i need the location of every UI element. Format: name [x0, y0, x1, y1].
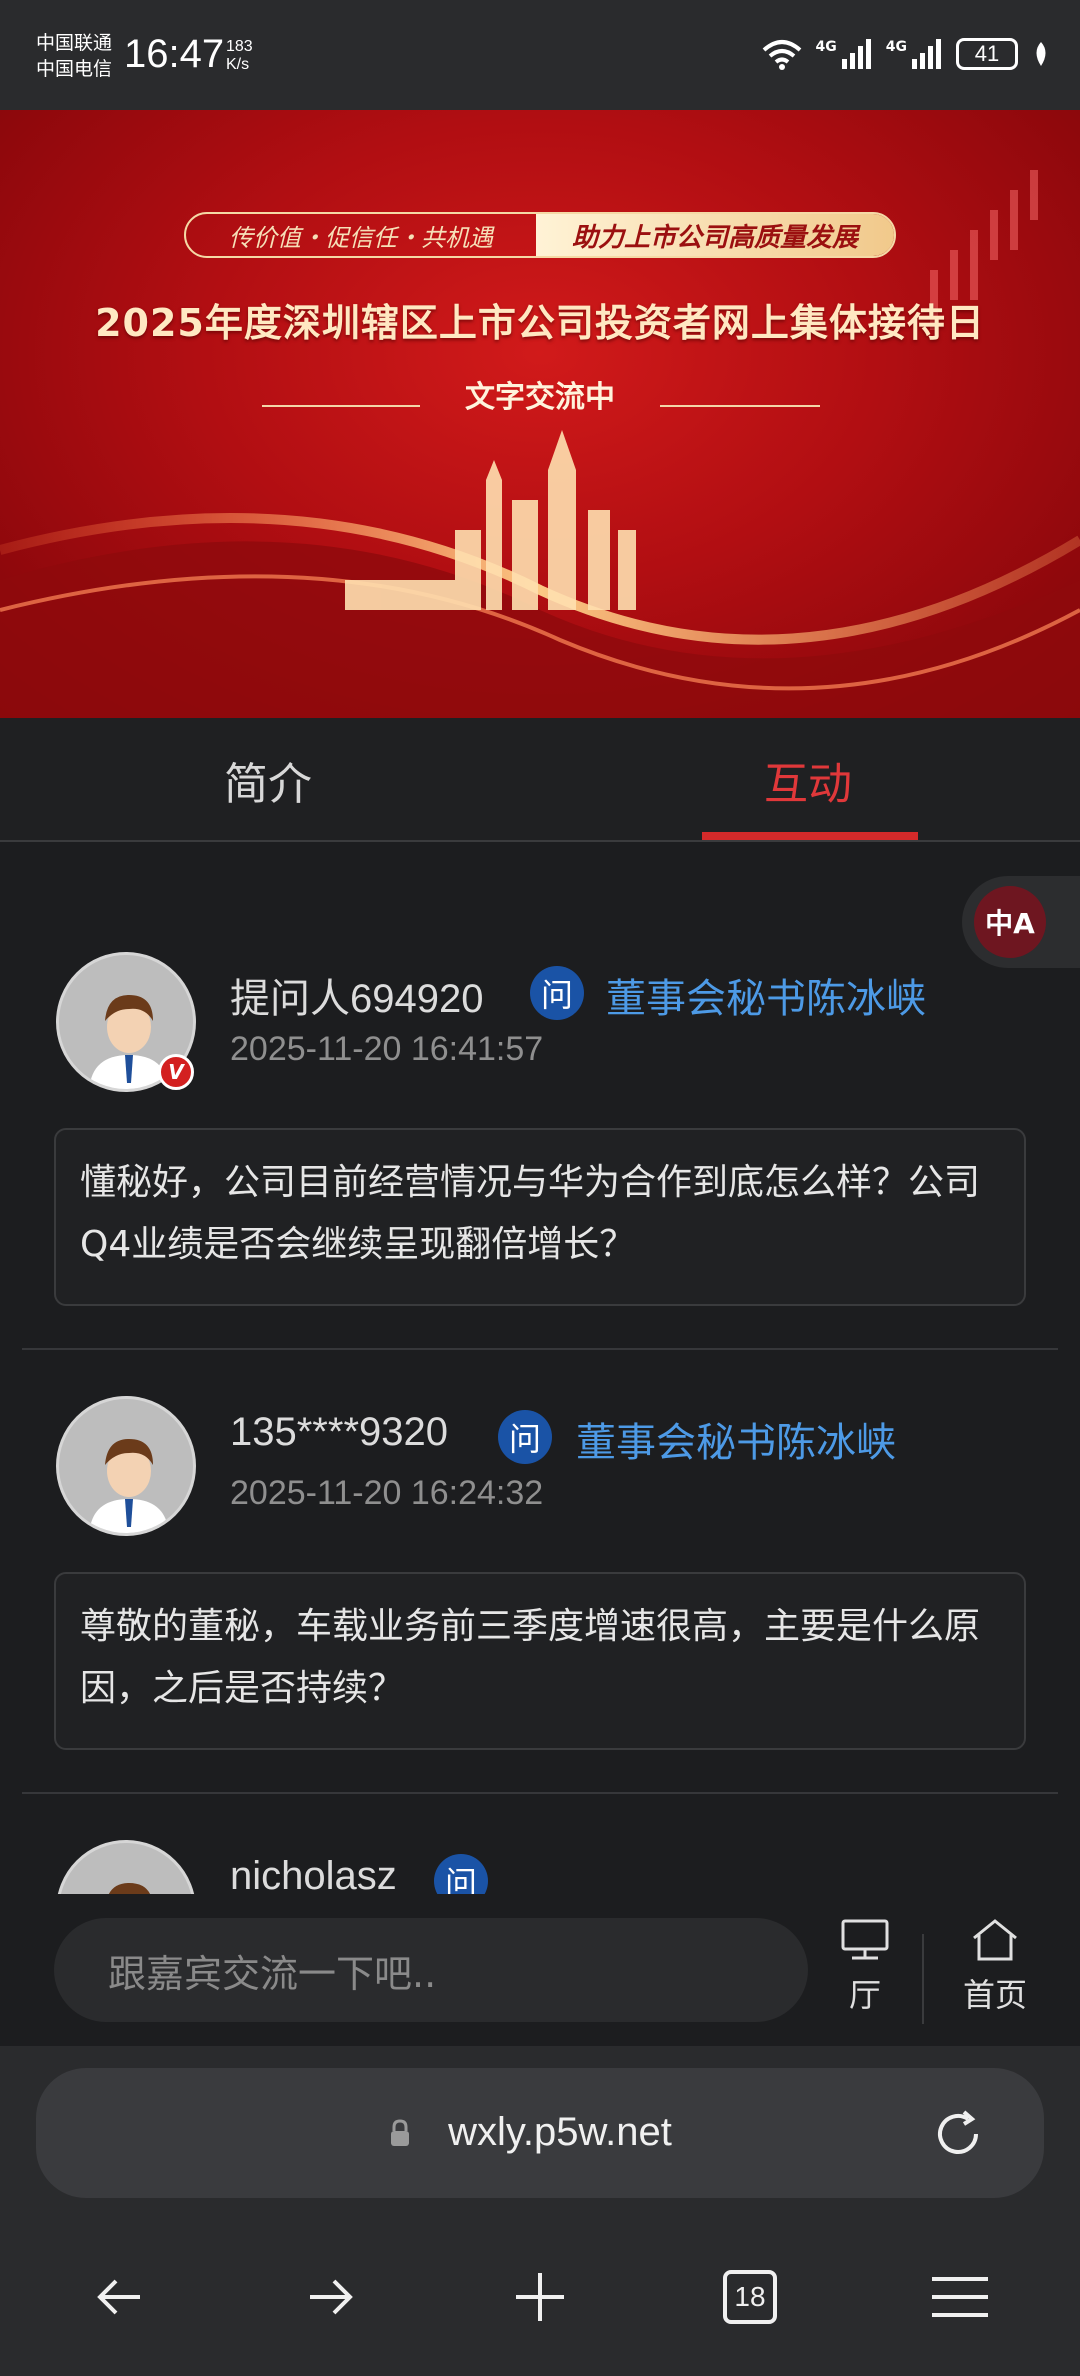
person-icon	[108, 1883, 150, 1894]
arrow-left-icon	[97, 2279, 140, 2315]
tab-count: 18	[723, 2270, 777, 2324]
signal-1: 4G	[816, 39, 872, 69]
active-tab-indicator	[702, 832, 918, 840]
home-button[interactable]: 首页	[950, 1918, 1040, 2016]
answerer-link[interactable]: 董事会秘书陈冰峡	[576, 1410, 896, 1468]
menu-icon	[932, 2277, 988, 2317]
address-bar[interactable]: wxly.p5w.net	[36, 2068, 1044, 2198]
tab-intro[interactable]: 简介	[224, 748, 312, 812]
browser-toolbar: wxly.p5w.net 18	[0, 2046, 1080, 2376]
tab-bar: 简介 互动	[0, 718, 1080, 842]
signal-bars-icon	[841, 39, 871, 69]
divider-line-right	[660, 405, 820, 407]
carrier-2: 中国电信	[36, 58, 113, 80]
comment-bar: 跟嘉宾交流一下吧.. 厅 首页	[0, 1894, 1080, 2046]
question-icon: 问	[530, 966, 584, 1020]
signal-bars-icon	[912, 39, 941, 69]
banner-title: 2025年度深圳辖区上市公司投资者网上集体接待日	[95, 301, 985, 345]
wifi-icon	[762, 40, 801, 70]
new-tab-button[interactable]	[480, 2242, 600, 2352]
question-content: 懂秘好，公司目前经营情况与华为合作到底怎么样？公司Q4业绩是否会继续呈现翻倍增长…	[54, 1128, 1026, 1306]
separator	[922, 1934, 924, 2024]
status-icons: 4G 4G 41	[762, 38, 1050, 70]
comment-input[interactable]: 跟嘉宾交流一下吧..	[54, 1918, 808, 2022]
avatar	[56, 1840, 196, 1894]
translate-button[interactable]: 中A	[962, 876, 1080, 968]
home-label: 首页	[962, 1976, 1027, 2014]
menu-button[interactable]	[900, 2242, 1020, 2352]
url-text: wxly.p5w.net	[448, 2110, 672, 2154]
banner-slogan: 传价值・促信任・共机遇 助力上市公司高质量发展	[184, 212, 896, 258]
person-icon	[89, 1439, 169, 1533]
net-speed: 183 K/s	[226, 38, 253, 74]
question-icon: 问	[498, 1410, 552, 1464]
tab-interaction[interactable]: 互动	[764, 748, 852, 812]
divider	[22, 1348, 1058, 1350]
back-button[interactable]	[60, 2242, 180, 2352]
tabs-button[interactable]: 18	[690, 2242, 810, 2352]
status-bar: 中国联通 中国电信 16:47 183 K/s 4G 4G 41	[0, 0, 1080, 110]
reload-icon[interactable]	[930, 2106, 986, 2162]
question-time: 2025-11-20 16:24:32	[230, 1474, 544, 1512]
monitor-icon	[841, 1919, 889, 1960]
hall-label: 厅	[848, 1976, 881, 2014]
verified-badge: V	[158, 1054, 194, 1090]
network-type-2: 4G	[885, 39, 907, 55]
banner-subtitle: 文字交流中	[465, 380, 615, 415]
question-list: 中A V 提问人694920 问 董事会秘书陈冰峡 2025-11-20 16:…	[0, 844, 1080, 1894]
forward-button[interactable]	[270, 2242, 390, 2352]
signal-2: 4G	[886, 39, 942, 69]
home-icon	[973, 1919, 1017, 1961]
asker-name: 提问人694920	[230, 977, 484, 1021]
slogan-left: 传价值・促信任・共机遇	[229, 223, 493, 252]
battery-indicator: 41	[956, 38, 1018, 70]
net-speed-unit: K/s	[226, 56, 250, 73]
asker-name: 135****9320	[230, 1410, 448, 1454]
carrier-1: 中国联通	[36, 32, 113, 54]
clock: 16:47	[124, 32, 225, 76]
asker-name: nicholasz	[230, 1854, 397, 1894]
net-speed-value: 183	[226, 38, 253, 55]
network-type-1: 4G	[815, 39, 837, 55]
arrow-right-icon	[310, 2279, 353, 2315]
question-content: 尊敬的董秘，车载业务前三季度增速很高，主要是什么原因，之后是否持续？	[54, 1572, 1026, 1750]
hall-button[interactable]: 厅	[830, 1918, 900, 2016]
translate-icon: 中A	[974, 886, 1046, 958]
plus-icon	[516, 2273, 564, 2321]
question-icon: 问	[434, 1854, 488, 1894]
slogan-right: 助力上市公司高质量发展	[536, 214, 894, 256]
avatar	[56, 1396, 196, 1536]
divider	[22, 1792, 1058, 1794]
carrier-names: 中国联通 中国电信	[36, 30, 112, 82]
leaf-icon	[1036, 42, 1046, 66]
event-banner: 传价值・促信任・共机遇 助力上市公司高质量发展 2025年度深圳辖区上市公司投资…	[0, 110, 1080, 718]
answerer-link[interactable]: 董事会秘书陈冰峡	[606, 966, 926, 1024]
question-time: 2025-11-20 16:41:57	[230, 1030, 544, 1068]
browser-nav: 18	[0, 2242, 1080, 2352]
